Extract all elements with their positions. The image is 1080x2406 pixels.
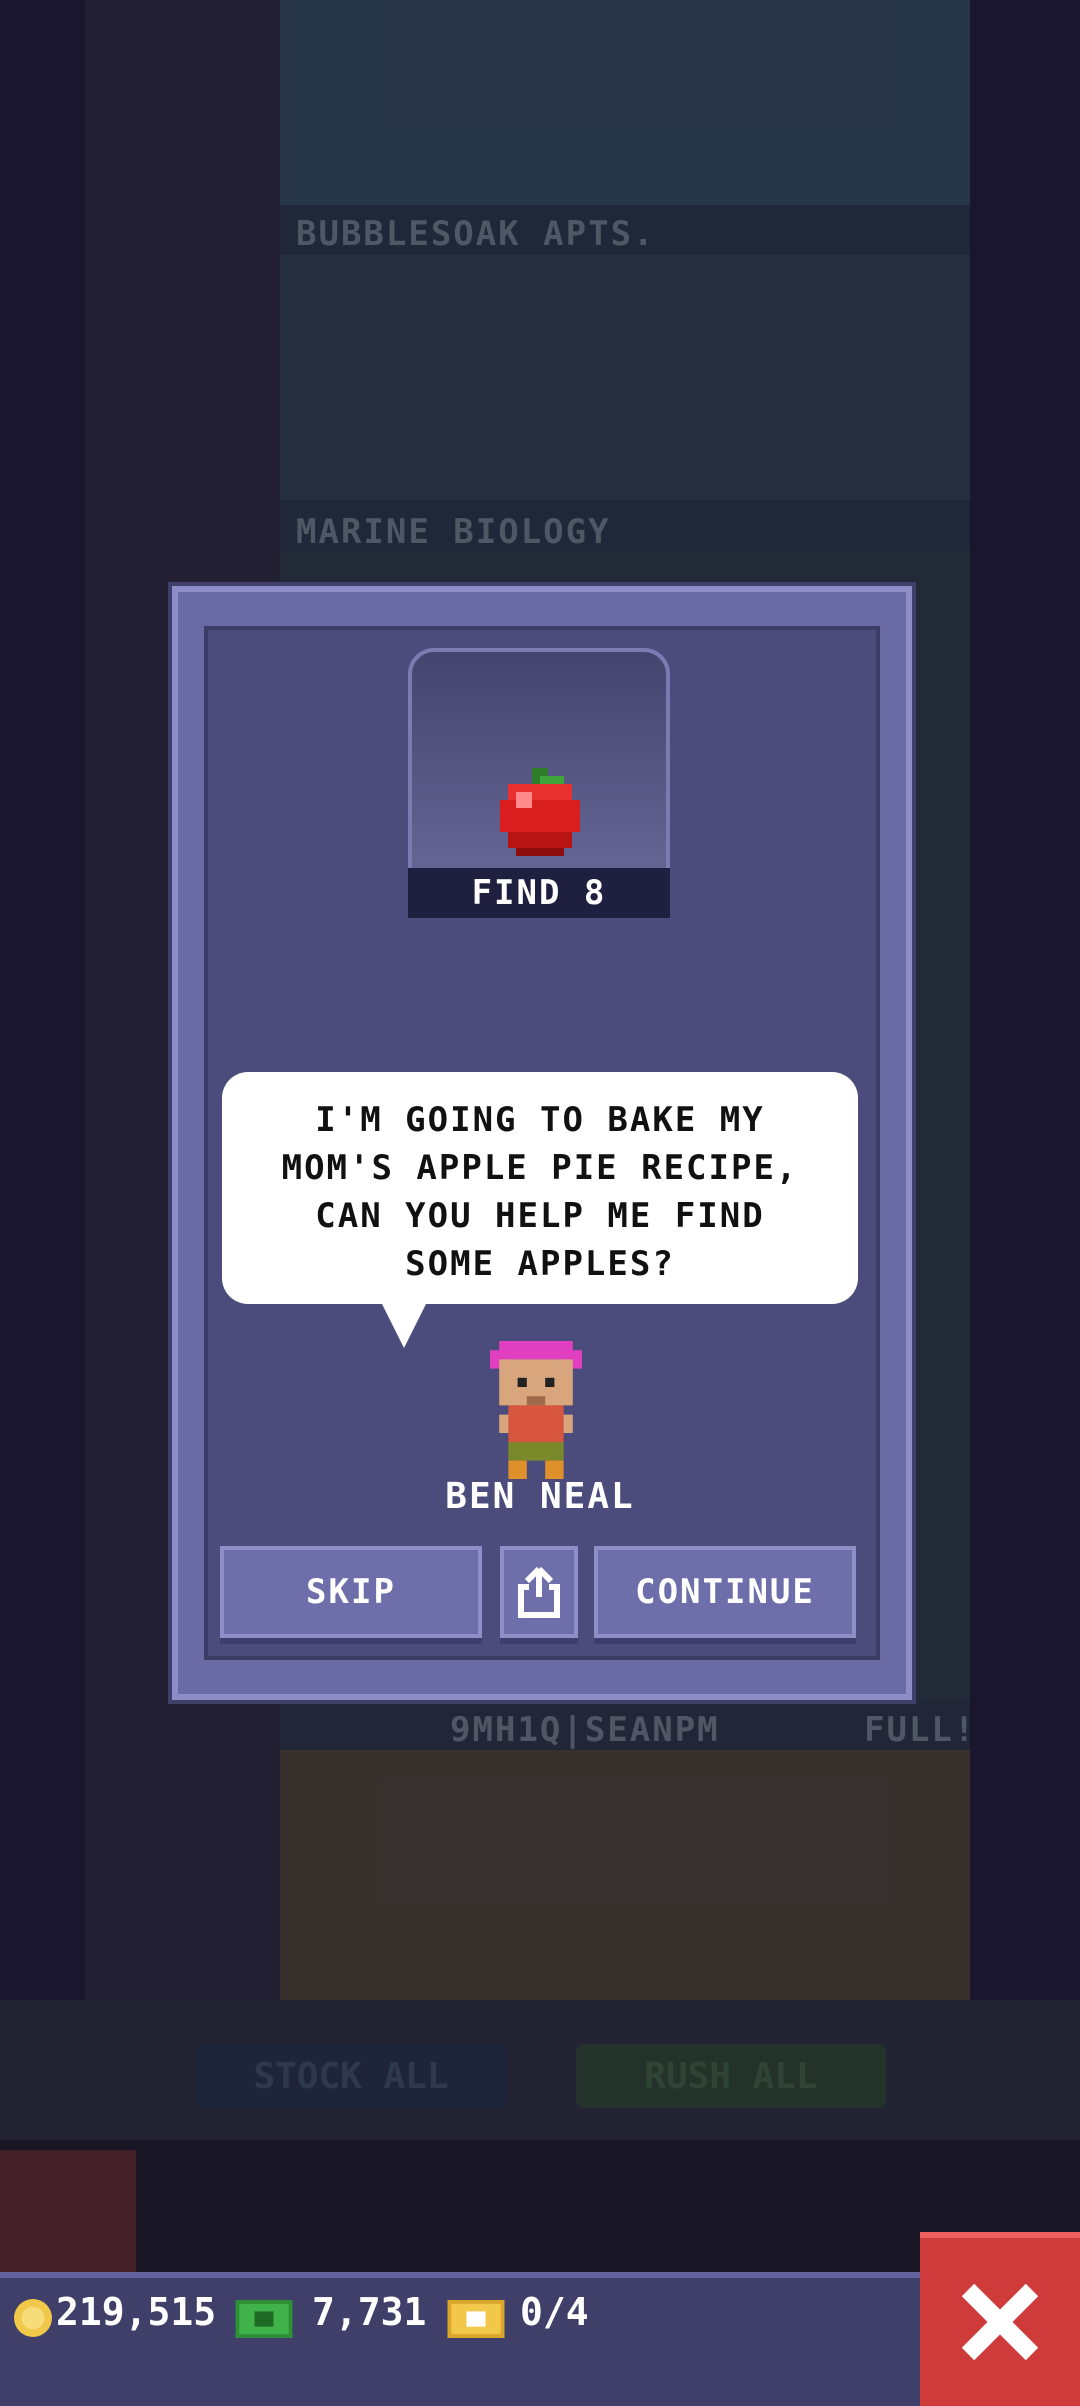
share-icon <box>518 1566 560 1618</box>
bux-value: 7,731 <box>312 2290 427 2334</box>
speech-line: SOME APPLES? <box>405 1244 675 1284</box>
character-avatar <box>490 1341 582 1479</box>
skip-button[interactable]: SKIP <box>220 1546 482 1638</box>
ticket-icon <box>447 2300 505 2338</box>
skip-button-label: SKIP <box>306 1572 396 1612</box>
close-button[interactable] <box>920 2232 1080 2406</box>
continue-button[interactable]: CONTINUE <box>594 1546 856 1638</box>
continue-button-label: CONTINUE <box>635 1572 815 1612</box>
apple-icon <box>500 768 580 856</box>
speech-line: I'M GOING TO BAKE MY <box>315 1100 765 1140</box>
tickets-value: 0/4 <box>520 2290 589 2334</box>
find-count-label: FIND 8 <box>408 868 670 918</box>
share-button[interactable] <box>500 1546 578 1638</box>
character-name: BEN NEAL <box>445 1476 635 1517</box>
speech-bubble: I'M GOING TO BAKE MY MOM'S APPLE PIE REC… <box>222 1072 858 1304</box>
speech-line: CAN YOU HELP ME FIND <box>315 1196 765 1236</box>
coins-value: 219,515 <box>56 2290 217 2334</box>
close-icon <box>961 2283 1039 2361</box>
speech-line: MOM'S APPLE PIE RECIPE, <box>281 1148 799 1188</box>
speech-bubble-tail <box>380 1300 428 1348</box>
coin-icon <box>14 2299 52 2337</box>
bux-icon <box>235 2300 293 2338</box>
